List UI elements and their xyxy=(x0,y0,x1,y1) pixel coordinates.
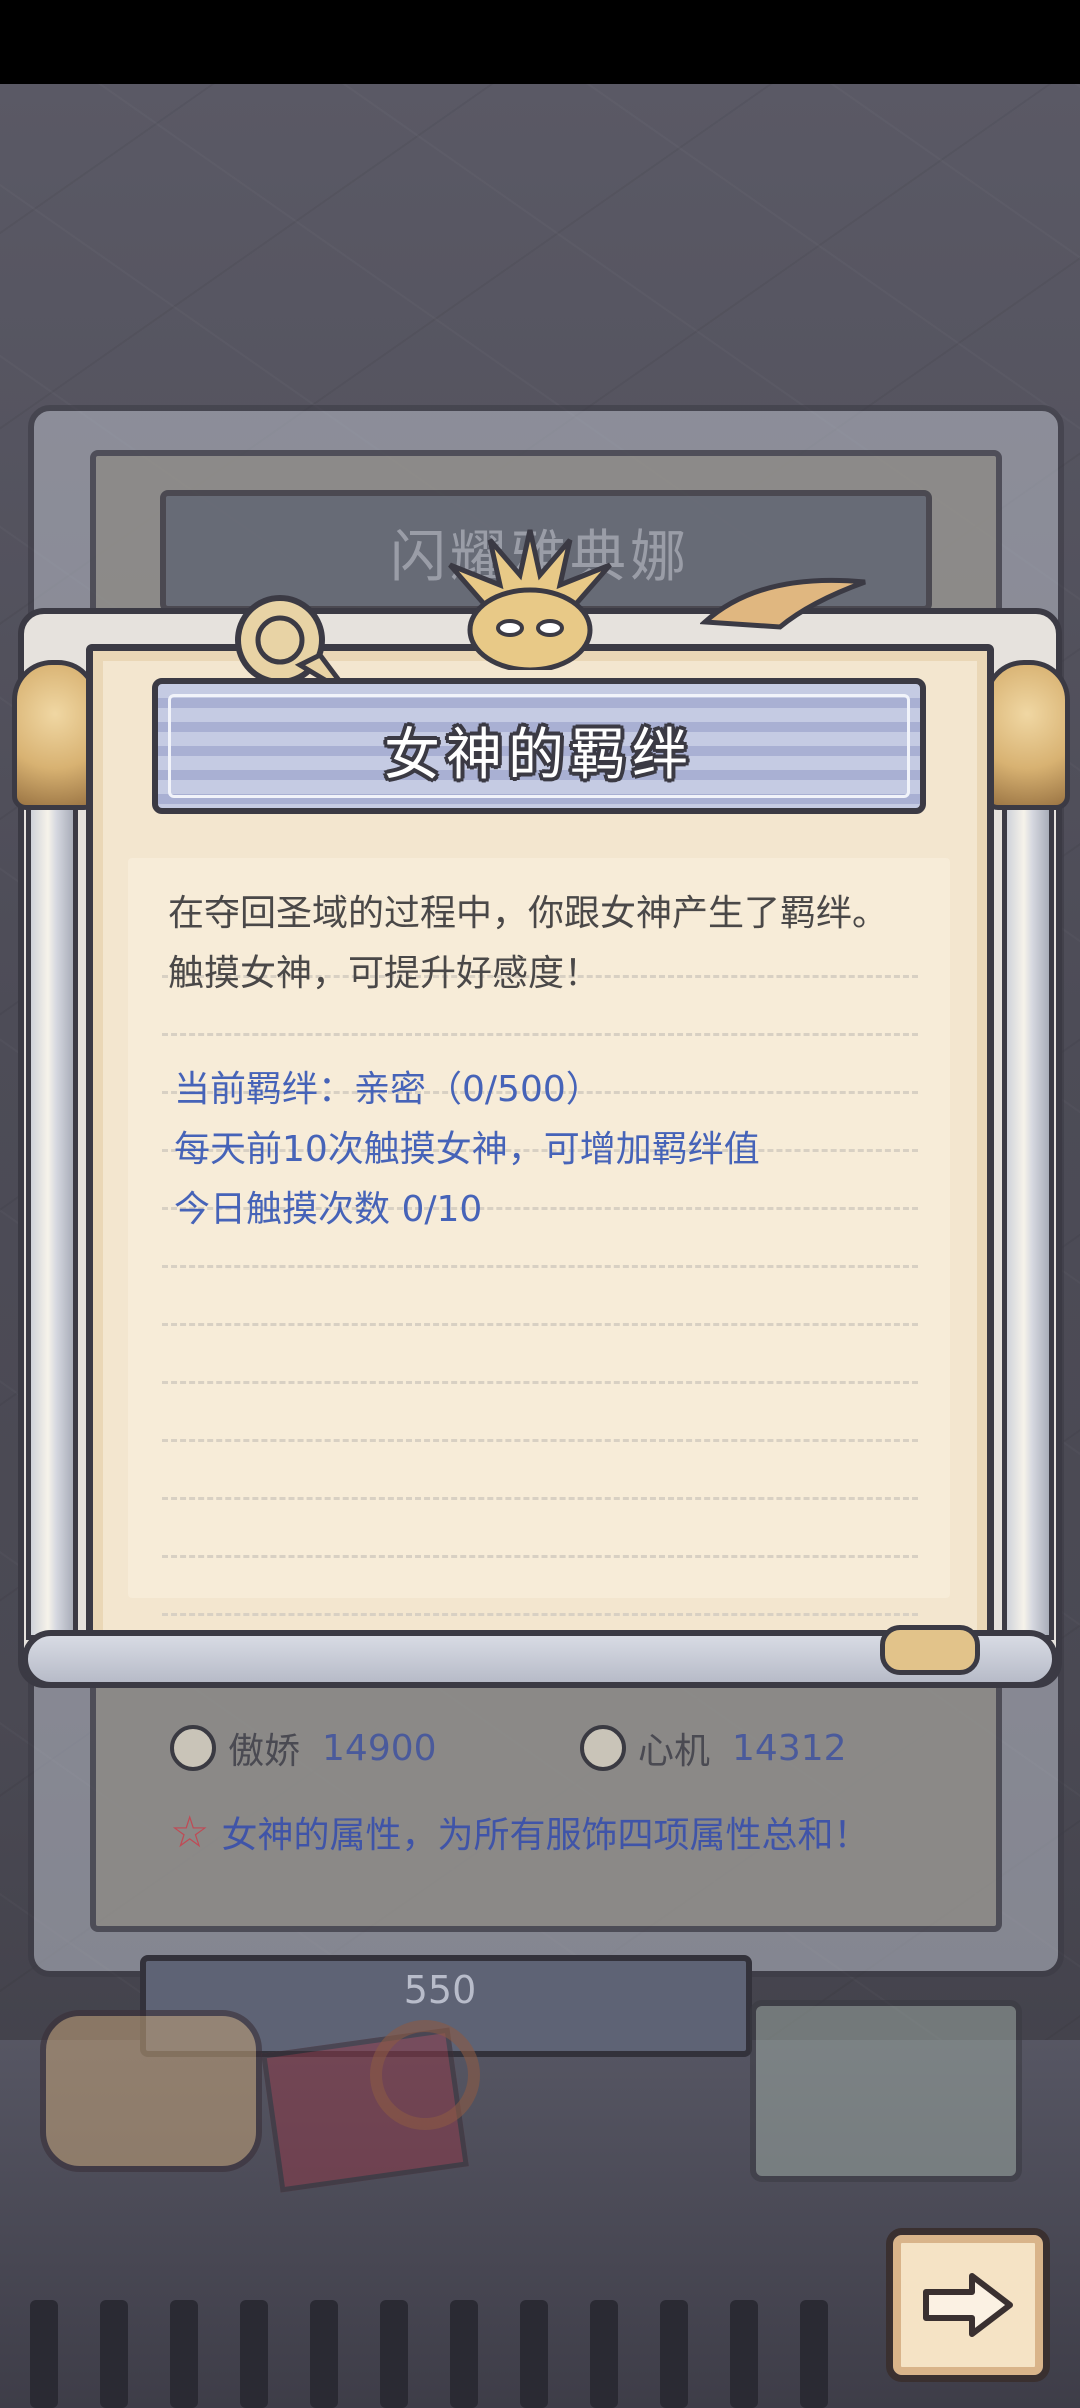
plant-box-decoration xyxy=(750,2000,1022,2182)
stat-scheming: 心机 14312 xyxy=(580,1722,847,1774)
right-pillar xyxy=(1002,720,1054,1640)
bond-rule: 每天前10次触摸女神，可增加羁绊值 xyxy=(174,1129,760,1170)
scheming-icon xyxy=(580,1725,626,1771)
ruled-lines xyxy=(162,920,918,1616)
attribute-note: ☆ 女神的属性，为所有服饰四项属性总和！ xyxy=(170,1806,869,1858)
description-line: 在夺回圣域的过程中，你跟女神产生了羁绊。 xyxy=(168,893,889,934)
status-bar xyxy=(0,0,1080,84)
scroll-roll-decoration xyxy=(40,2010,262,2172)
description-line: 触摸女神，可提升好感度！ xyxy=(168,953,601,994)
sun-icon xyxy=(448,529,612,670)
attribute-note-text: 女神的属性，为所有服饰四项属性总和！ xyxy=(221,1815,870,1856)
next-button[interactable] xyxy=(886,2228,1050,2382)
left-pillar xyxy=(26,720,78,1640)
wing-icon xyxy=(700,577,866,630)
arrow-right-icon xyxy=(923,2273,1013,2337)
stat-tsundere: 傲娇 14900 xyxy=(170,1722,437,1774)
star-icon: ☆ xyxy=(170,1806,210,1858)
right-bust-decoration xyxy=(984,660,1070,810)
stat-value: 14312 xyxy=(732,1727,847,1769)
tsundere-icon xyxy=(170,1725,216,1771)
stat-value: 14900 xyxy=(322,1727,437,1769)
gold-ornament xyxy=(880,1625,980,1675)
stat-name: 心机 xyxy=(638,1731,711,1772)
magnifier-icon xyxy=(370,2020,480,2130)
stats-row: 傲娇 14900 心机 14312 xyxy=(170,1722,930,1782)
dialog-title: 女神的羁绊 xyxy=(384,723,694,788)
bottom-value: 550 xyxy=(403,1968,477,2012)
bond-status: 当前羁绊：亲密（0/500） xyxy=(174,1069,602,1110)
touch-count: 今日触摸次数 0/10 xyxy=(174,1189,483,1230)
stat-name: 傲娇 xyxy=(228,1731,301,1772)
